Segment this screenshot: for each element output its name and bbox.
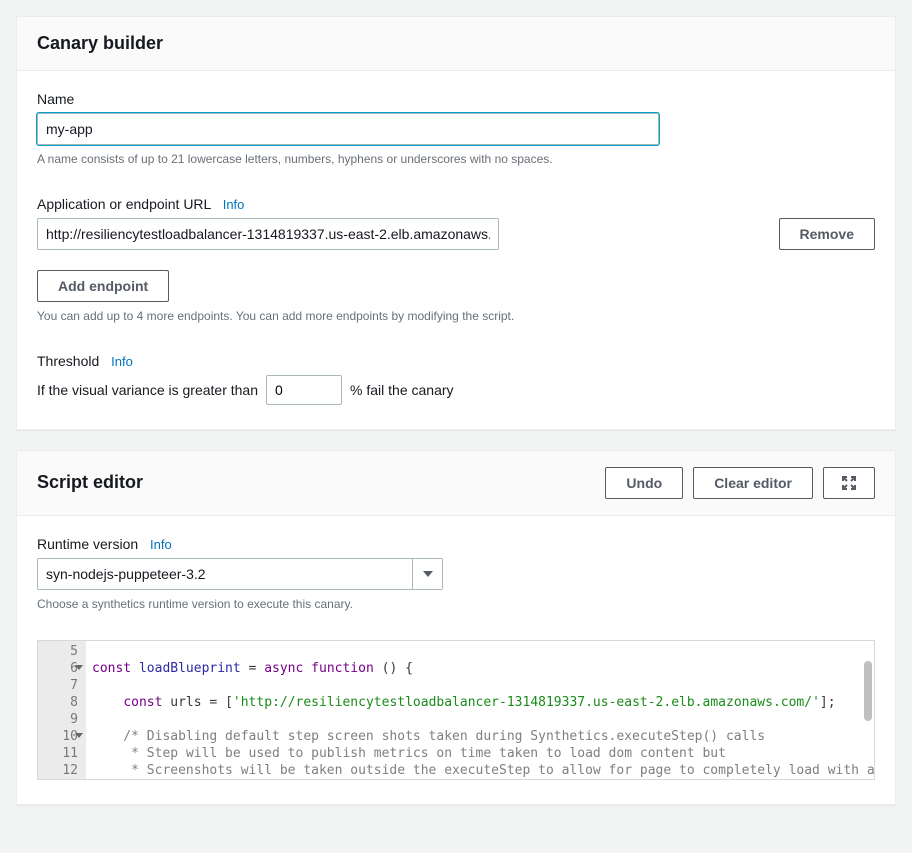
threshold-input[interactable] (266, 375, 342, 405)
canary-builder-header: Canary builder (17, 17, 895, 71)
undo-button[interactable]: Undo (605, 467, 683, 499)
threshold-info-link[interactable]: Info (111, 354, 133, 369)
threshold-prefix: If the visual variance is greater than (37, 382, 258, 398)
name-input[interactable] (37, 113, 659, 145)
canary-builder-body: Name A name consists of up to 21 lowerca… (17, 71, 895, 429)
script-editor-title: Script editor (37, 472, 143, 493)
threshold-suffix: % fail the canary (350, 382, 454, 398)
runtime-info-link[interactable]: Info (150, 537, 172, 552)
code-gutter: 5 6 7 8 9 10 11 12 (38, 641, 86, 779)
clear-editor-button[interactable]: Clear editor (693, 467, 813, 499)
name-hint: A name consists of up to 21 lowercase le… (37, 151, 875, 168)
script-editor-panel: Script editor Undo Clear editor Runtime … (16, 450, 896, 806)
script-editor-body: Runtime version Info syn-nodejs-puppetee… (17, 516, 895, 805)
name-label: Name (37, 91, 875, 107)
runtime-label: Runtime version (37, 536, 138, 552)
canary-builder-title: Canary builder (37, 33, 163, 54)
script-editor-actions: Undo Clear editor (605, 467, 875, 499)
code-content[interactable]: const loadBlueprint = async function () … (86, 641, 874, 779)
threshold-label: Threshold (37, 353, 99, 369)
code-editor[interactable]: 5 6 7 8 9 10 11 12 const loadBlueprint =… (37, 640, 875, 780)
remove-endpoint-button[interactable]: Remove (779, 218, 875, 250)
script-editor-header: Script editor Undo Clear editor (17, 451, 895, 516)
endpoint-label: Application or endpoint URL (37, 196, 211, 212)
runtime-hint: Choose a synthetics runtime version to e… (37, 596, 875, 613)
endpoint-input[interactable] (37, 218, 499, 250)
canary-builder-panel: Canary builder Name A name consists of u… (16, 16, 896, 430)
endpoint-hint: You can add up to 4 more endpoints. You … (37, 308, 875, 325)
code-scrollbar[interactable] (864, 661, 872, 721)
endpoint-info-link[interactable]: Info (223, 197, 245, 212)
fullscreen-button[interactable] (823, 467, 875, 499)
fullscreen-icon (841, 475, 857, 491)
runtime-select[interactable]: syn-nodejs-puppeteer-3.2 (37, 558, 443, 590)
add-endpoint-button[interactable]: Add endpoint (37, 270, 169, 302)
